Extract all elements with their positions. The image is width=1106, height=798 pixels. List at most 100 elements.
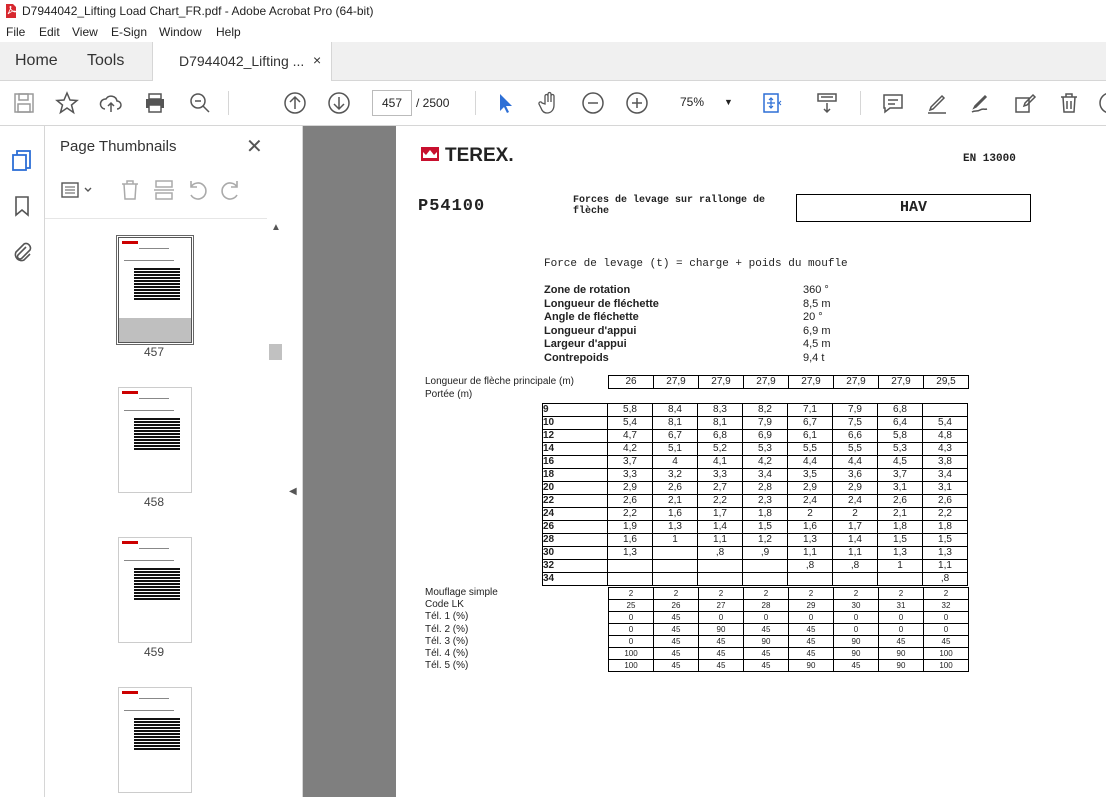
tab-tools[interactable]: Tools xyxy=(87,42,124,80)
load-value-cell: 2,6 xyxy=(877,494,923,508)
save-icon[interactable] xyxy=(12,91,36,115)
tab-close-button[interactable]: × xyxy=(313,52,321,68)
load-value-cell: 5,5 xyxy=(787,442,833,456)
load-value-cell: 2,9 xyxy=(832,481,878,495)
close-icon[interactable]: ✕ xyxy=(246,134,263,159)
formula-text: Force de levage (t) = charge + poids du … xyxy=(544,258,848,270)
bottom-row-label: Tél. 3 (%) xyxy=(425,635,469,647)
print-icon[interactable] xyxy=(143,91,167,115)
scroll-up-icon[interactable]: ▲ xyxy=(271,222,281,233)
zoom-out-icon[interactable] xyxy=(581,91,605,115)
load-value-cell: 2 xyxy=(787,507,833,521)
load-value-cell: 1,5 xyxy=(922,533,968,547)
reeving-value-cell: 32 xyxy=(923,599,969,612)
zoom-select[interactable]: 75% ▼ xyxy=(662,90,740,114)
menu-help[interactable]: Help xyxy=(216,25,241,39)
highlight-icon[interactable] xyxy=(925,91,949,115)
load-value-cell: 1,5 xyxy=(742,520,788,534)
load-value-cell: 7,1 xyxy=(787,403,833,417)
document-viewer[interactable]: TEREX. EN 13000 P54100 Forces de levage … xyxy=(303,126,1106,797)
radius-cell: 14 xyxy=(542,442,608,456)
reeving-value-cell: 45 xyxy=(743,647,789,660)
menu-view[interactable]: View xyxy=(72,25,98,39)
thumbnail-page[interactable] xyxy=(118,387,192,493)
load-value-cell: 6,8 xyxy=(697,429,743,443)
bottom-row-label: Tél. 1 (%) xyxy=(425,611,469,623)
select-cursor-icon[interactable] xyxy=(493,91,517,115)
load-value-cell: ,8 xyxy=(922,572,968,586)
reeving-value-cell: 2 xyxy=(923,587,969,600)
bookmark-star-icon[interactable] xyxy=(55,91,79,115)
load-value-cell: 7,9 xyxy=(742,416,788,430)
hand-icon[interactable] xyxy=(537,91,561,115)
load-value-cell: 3,8 xyxy=(922,455,968,469)
page-down-icon[interactable] xyxy=(327,91,351,115)
load-value-cell: ,8 xyxy=(697,546,743,560)
scrollbar-thumb[interactable] xyxy=(269,344,282,360)
scroll-mode-icon[interactable] xyxy=(815,91,839,115)
thumbnail-page[interactable] xyxy=(118,537,192,643)
load-value-cell: 1,7 xyxy=(697,507,743,521)
radius-cell: 9 xyxy=(542,403,608,417)
reeving-value-cell: 0 xyxy=(878,623,924,636)
thumbnail-label: 459 xyxy=(143,645,165,659)
load-value-cell xyxy=(607,559,653,573)
zoom-search-icon[interactable] xyxy=(188,91,212,115)
extract-page-icon[interactable] xyxy=(152,178,176,204)
comment-icon[interactable] xyxy=(881,91,905,115)
menu-esign[interactable]: E-Sign xyxy=(111,25,147,39)
load-value-cell: 1,4 xyxy=(697,520,743,534)
page-thumbnails-icon[interactable] xyxy=(10,148,34,172)
options-menu-icon[interactable] xyxy=(60,178,92,204)
load-value-cell: 1,3 xyxy=(607,546,653,560)
page-number-input[interactable]: 457 xyxy=(372,90,412,116)
more-tools-icon[interactable] xyxy=(1098,91,1106,115)
radius-cell: 12 xyxy=(542,429,608,443)
sign-icon[interactable] xyxy=(969,91,993,115)
page-up-icon[interactable] xyxy=(283,91,307,115)
edit-icon[interactable] xyxy=(1013,91,1037,115)
menu-window[interactable]: Window xyxy=(159,25,202,39)
load-value-cell: 5,8 xyxy=(607,403,653,417)
thumbnail-page[interactable] xyxy=(118,237,192,343)
reeving-value-cell: 45 xyxy=(788,635,834,648)
load-value-cell: ,8 xyxy=(787,559,833,573)
load-value-cell: 6,1 xyxy=(787,429,833,443)
thumbnail-page[interactable] xyxy=(118,687,192,793)
menu-file[interactable]: File xyxy=(6,25,25,39)
fit-page-icon[interactable] xyxy=(760,91,784,115)
reeving-value-cell: 2 xyxy=(698,587,744,600)
radius-label: Portée (m) xyxy=(425,389,473,400)
delete-page-icon[interactable] xyxy=(118,178,142,204)
load-value-cell: 3,5 xyxy=(787,468,833,482)
load-chart-table: 9 5,8 8,4 8,3 8,2 7,1 7,9 6,8 10 5,4 8,1 8,1 7,9 6,7 7… xyxy=(542,403,968,586)
upload-cloud-icon[interactable] xyxy=(99,91,123,115)
load-value-cell: 7,5 xyxy=(832,416,878,430)
attachment-icon[interactable] xyxy=(10,240,34,264)
rotate-ccw-icon[interactable] xyxy=(185,178,209,204)
collapse-panel-handle[interactable]: ◀ xyxy=(284,126,303,797)
reeving-value-cell: 45 xyxy=(698,635,744,648)
load-value-cell: 2,2 xyxy=(607,507,653,521)
zoom-in-icon[interactable] xyxy=(625,91,649,115)
reeving-value-cell: 90 xyxy=(788,659,834,672)
load-value-cell: 3,6 xyxy=(832,468,878,482)
thumbnail-scrollbar[interactable]: ▲ xyxy=(267,218,284,797)
reeving-value-cell: 45 xyxy=(698,647,744,660)
reeving-value-cell: 100 xyxy=(923,647,969,660)
load-value-cell: 2,9 xyxy=(787,481,833,495)
load-value-cell: 2 xyxy=(832,507,878,521)
load-value-cell: 2,6 xyxy=(607,494,653,508)
reeving-value-cell: 31 xyxy=(878,599,924,612)
load-value-cell: 1,8 xyxy=(742,507,788,521)
delete-icon[interactable] xyxy=(1057,91,1081,115)
boom-length-cell: 27,9 xyxy=(698,375,744,389)
tab-document[interactable]: D7944042_Lifting ... × xyxy=(152,42,332,81)
bookmark-icon[interactable] xyxy=(10,194,34,218)
load-value-cell: 1,8 xyxy=(877,520,923,534)
load-value-cell: 7,9 xyxy=(832,403,878,417)
rotate-cw-icon[interactable] xyxy=(219,178,243,204)
menu-edit[interactable]: Edit xyxy=(39,25,60,39)
load-value-cell: 1,6 xyxy=(607,533,653,547)
tab-home[interactable]: Home xyxy=(15,42,58,80)
